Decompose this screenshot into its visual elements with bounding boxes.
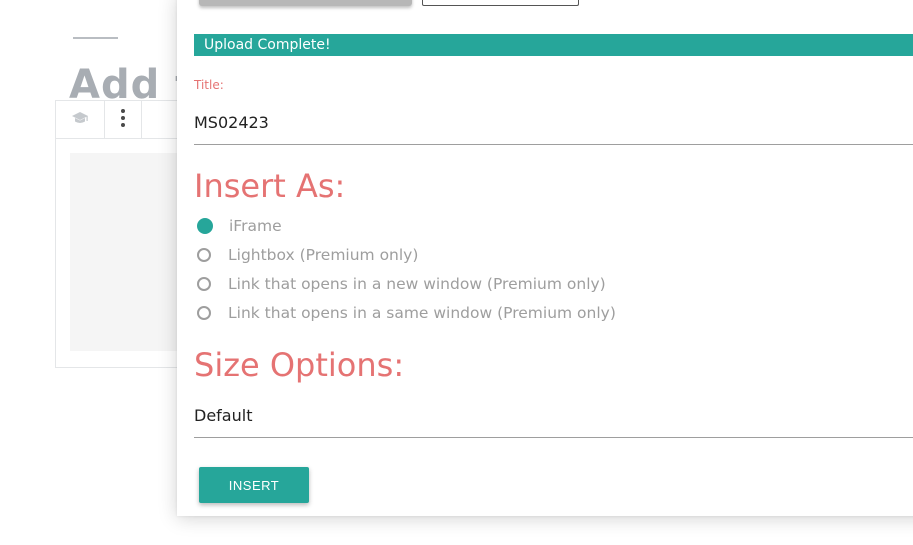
radio-label-iframe: iFrame [229,217,282,235]
title-separator [73,37,118,39]
modal-tab-secondary[interactable] [422,0,579,6]
title-label: Title: [194,78,224,92]
radio-option-new-window[interactable]: Link that opens in a new window (Premium… [197,273,606,295]
title-input-value: MS02423 [194,113,269,132]
upload-progress-bar: Upload Complete! [194,34,913,56]
graduation-cap-icon [71,110,89,129]
radio-unchecked-icon [197,248,211,262]
radio-label-new-window: Link that opens in a new window (Premium… [228,275,606,293]
more-vertical-icon [121,108,125,131]
radio-unchecked-icon [197,306,211,320]
title-input[interactable]: MS02423 [194,108,913,145]
upload-status-text: Upload Complete! [204,37,331,53]
radio-option-lightbox[interactable]: Lightbox (Premium only) [197,244,418,266]
more-options-button[interactable] [105,101,142,138]
radio-option-same-window[interactable]: Link that opens in a same window (Premiu… [197,302,616,324]
insert-button[interactable]: INSERT [199,467,309,503]
radio-checked-icon [197,218,213,234]
size-options-heading: Size Options: [194,346,405,384]
block-type-button[interactable] [56,101,105,138]
insert-as-heading: Insert As: [194,167,346,205]
radio-label-lightbox: Lightbox (Premium only) [228,246,419,264]
radio-unchecked-icon [197,277,211,291]
radio-option-iframe[interactable]: iFrame [197,215,282,237]
radio-label-same-window: Link that opens in a same window (Premiu… [228,304,616,322]
size-select-value: Default [194,406,253,425]
modal-tab-primary[interactable] [199,0,412,6]
block-toolbar [56,101,142,138]
size-select[interactable]: Default [194,401,913,438]
insert-modal: Upload Complete! Title: MS02423 Insert A… [177,0,913,516]
